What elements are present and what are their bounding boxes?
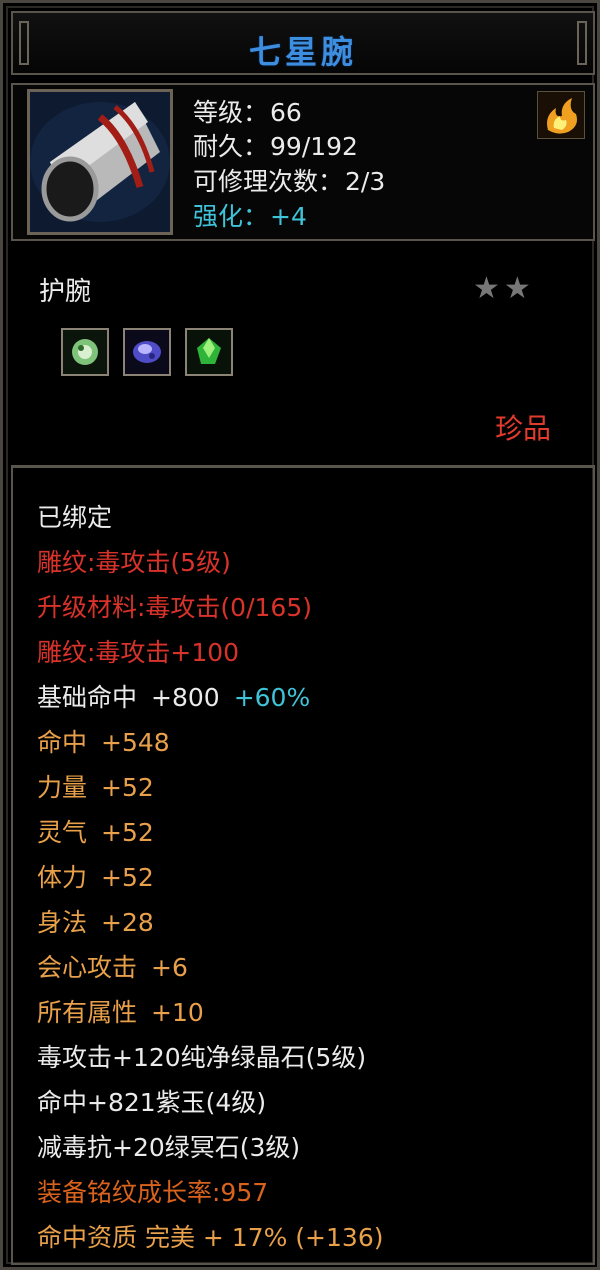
item-type: 护腕 <box>39 277 92 307</box>
rarity-label: 珍品 <box>494 412 551 445</box>
flame-icon <box>537 91 585 139</box>
all-attributes-stat: 所有属性 +10 <box>37 998 204 1027</box>
wristguard-icon <box>27 89 173 235</box>
gem-bonus-line: 命中+821紫玉(4级) <box>37 1088 267 1117</box>
enhance-stat: 强化：+4 <box>193 202 307 231</box>
green-gem-icon <box>61 328 109 376</box>
repair-count-stat: 可修理次数：2/3 <box>193 167 386 196</box>
level-stat: 等级：66 <box>193 98 302 127</box>
item-name: 七星腕 <box>248 33 357 71</box>
hit-stat: 命中 +548 <box>37 728 170 757</box>
star-rating: ★ ★ <box>473 271 535 306</box>
quality-line: 命中资质 完美 + 17% (+136) <box>37 1223 384 1252</box>
gem-bonus-line: 毒攻击+120纯净绿晶石(5级) <box>37 1043 367 1072</box>
item-header: 等级：66 耐久：99/192 可修理次数：2/3 强化：+4 <box>11 83 595 241</box>
durability-stat: 耐久：99/192 <box>193 132 358 161</box>
emerald-gem-icon <box>185 328 233 376</box>
attribute-list: 已绑定 雕纹:毒攻击(5级) 升级材料:毒攻击(0/165) 雕纹:毒攻击+10… <box>11 465 595 1265</box>
item-tooltip: 七星腕 等级：66 耐久：99/192 可修理次数：2/3 强化：+4 护腕 ★… <box>0 0 600 1270</box>
base-hit-stat: 基础命中 +800 +60% <box>37 683 311 712</box>
title-bar: 七星腕 <box>11 11 595 75</box>
agility-stat: 身法 +28 <box>37 908 154 937</box>
vitality-stat: 体力 +52 <box>37 863 154 892</box>
growth-rate-line: 装备铭纹成长率:957 <box>37 1178 269 1207</box>
upgrade-material-line: 升级材料:毒攻击(0/165) <box>37 593 312 622</box>
spirit-stat: 灵气 +52 <box>37 818 154 847</box>
engrave-bonus-line: 雕纹:毒攻击+100 <box>37 638 240 667</box>
gem-bonus-line: 减毒抗+20绿冥石(3级) <box>37 1133 301 1162</box>
star-icon: ★ <box>473 271 500 306</box>
engrave-line: 雕纹:毒攻击(5级) <box>37 548 231 577</box>
strength-stat: 力量 +52 <box>37 773 154 802</box>
crit-stat: 会心攻击 +6 <box>37 953 188 982</box>
star-icon: ★ <box>503 271 531 306</box>
purple-gem-icon <box>123 328 171 376</box>
bound-status: 已绑定 <box>37 503 113 532</box>
